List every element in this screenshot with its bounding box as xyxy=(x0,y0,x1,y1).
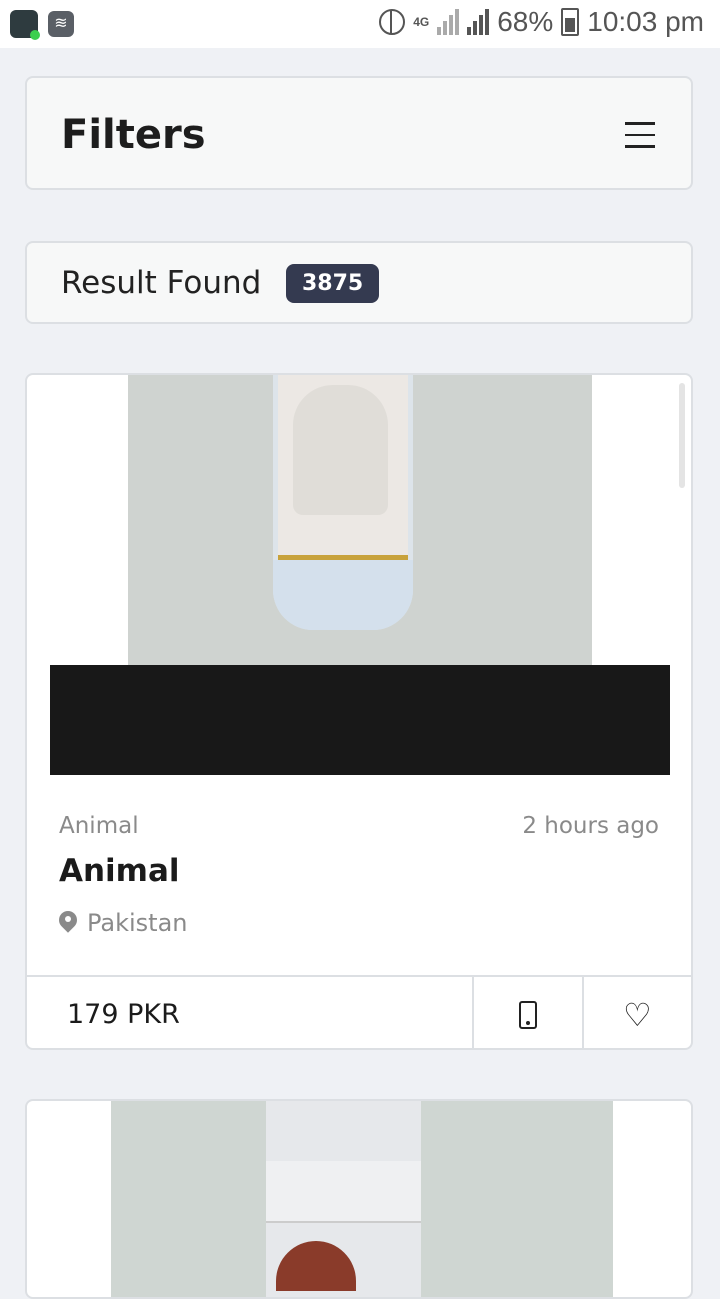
product-bottle-image xyxy=(273,375,413,630)
signal-icon xyxy=(437,9,460,35)
location-pin-icon xyxy=(59,911,77,935)
result-count-badge: 3875 xyxy=(286,264,380,303)
call-button[interactable] xyxy=(474,977,581,1048)
product-bottle-image-2 xyxy=(266,1101,421,1297)
globe-icon xyxy=(379,9,406,35)
signal-icon-2 xyxy=(467,9,490,35)
listing-category: Animal xyxy=(59,813,139,839)
result-card: Result Found 3875 xyxy=(25,241,693,324)
heart-icon: ♡ xyxy=(623,995,652,1034)
listing-card[interactable]: Animal 2 hours ago Animal Pakistan 179 P… xyxy=(25,373,693,1050)
location-text: Pakistan xyxy=(87,909,188,937)
clock: 10:03 pm xyxy=(587,6,704,37)
menu-icon[interactable] xyxy=(625,122,655,148)
listing-image[interactable] xyxy=(50,375,670,775)
product-logo-image xyxy=(276,1241,356,1291)
image-letterbox xyxy=(50,665,670,775)
listing-price: 179 PKR xyxy=(27,977,475,1048)
battery-icon xyxy=(561,8,580,36)
listing-image-2[interactable] xyxy=(111,1101,613,1297)
listing-footer: 179 PKR ♡ xyxy=(27,975,691,1048)
battery-percent: 68% xyxy=(497,6,554,37)
listing-title[interactable]: Animal xyxy=(59,853,180,889)
status-bar: ≋ 4G 68% 10:03 pm xyxy=(0,0,720,48)
network-type: 4G xyxy=(413,15,430,29)
wifi-icon: ≋ xyxy=(48,11,74,37)
result-label: Result Found xyxy=(61,265,262,301)
cat-image xyxy=(293,385,388,515)
filters-card: Filters xyxy=(25,76,693,190)
listing-card-2[interactable] xyxy=(25,1099,693,1299)
favorite-button[interactable]: ♡ xyxy=(581,977,691,1048)
listing-time: 2 hours ago xyxy=(522,813,659,839)
app-icon xyxy=(10,10,40,40)
scroll-indicator xyxy=(679,383,685,488)
listing-location: Pakistan xyxy=(59,909,188,937)
phone-icon xyxy=(519,1000,538,1029)
filters-title: Filters xyxy=(61,112,206,158)
